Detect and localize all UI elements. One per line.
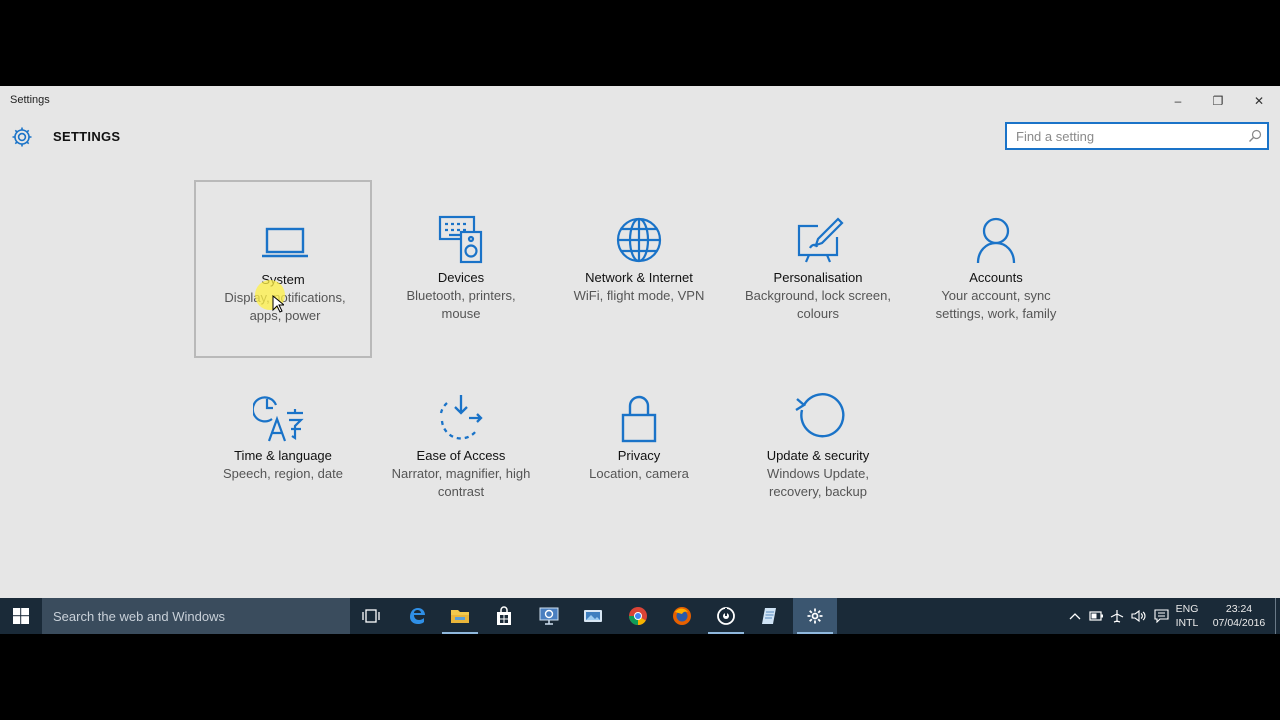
task-view-icon	[362, 609, 380, 623]
page-title: SETTINGS	[53, 129, 121, 144]
tile-ease-of-access[interactable]: Ease of Access Narrator, magnifier, high…	[372, 358, 550, 536]
tile-network-internet[interactable]: Network & Internet WiFi, flight mode, VP…	[550, 180, 728, 358]
taskbar: Search the web and Windows ENG INTL 23:2…	[0, 598, 1280, 634]
folder-icon	[451, 610, 469, 623]
search-input[interactable]	[1007, 124, 1243, 148]
time-language-icon	[253, 396, 304, 442]
settings-taskbar-button[interactable]	[793, 598, 837, 634]
tile-privacy[interactable]: Privacy Location, camera	[550, 358, 728, 536]
chevron-up-icon	[1069, 613, 1081, 620]
tile-personalisation[interactable]: Personalisation Background, lock screen,…	[729, 180, 907, 358]
tile-description: Location, camera	[589, 466, 689, 481]
show-desktop-button[interactable]	[1275, 598, 1280, 634]
windows-logo-icon	[13, 608, 29, 624]
tile-accounts[interactable]: Accounts Your account, sync settings, wo…	[907, 180, 1085, 358]
store-bag-icon	[497, 606, 511, 625]
edge-icon	[410, 608, 425, 624]
clock[interactable]: 23:24 07/04/2016	[1206, 602, 1272, 630]
tile-description: Background, lock screen, colours	[745, 288, 891, 321]
tile-name: Accounts	[969, 270, 1023, 285]
battery-icon	[1088, 611, 1103, 621]
tile-description: Narrator, magnifier, high contrast	[391, 466, 531, 499]
remote-desktop-taskbar-button[interactable]	[527, 598, 571, 634]
photos-taskbar-button[interactable]	[571, 598, 615, 634]
edge-taskbar-button[interactable]	[395, 598, 439, 634]
tile-name: Privacy	[617, 448, 661, 463]
tile-devices[interactable]: Devices Bluetooth, printers, mouse	[372, 180, 550, 358]
search-icon[interactable]	[1248, 129, 1262, 143]
chrome-taskbar-button[interactable]	[616, 598, 660, 634]
tile-update-security[interactable]: Update & security Windows Update, recove…	[729, 358, 907, 536]
window-title: Settings	[10, 94, 50, 106]
settings-window: Settings – ❐ ✕ SETTINGS System	[0, 86, 1280, 598]
tile-name: Update & security	[766, 448, 870, 463]
globe-icon	[616, 217, 662, 263]
title-bar[interactable]: Settings – ❐ ✕	[0, 86, 1280, 116]
tile-name: Network & Internet	[585, 270, 693, 285]
photo-viewer-icon	[584, 610, 602, 622]
tile-description: Windows Update, recovery, backup	[767, 466, 869, 499]
ease-of-access-icon	[439, 395, 483, 440]
remote-desktop-icon	[539, 607, 559, 625]
keyboard-layout: INTL	[1175, 617, 1199, 629]
tile-name: Ease of Access	[416, 448, 506, 463]
maximize-button[interactable]: ❐	[1198, 86, 1238, 116]
tile-description: Speech, region, date	[223, 466, 343, 481]
start-button[interactable]	[0, 598, 42, 634]
tile-time-language[interactable]: Time & language Speech, region, date	[194, 358, 372, 536]
taskbar-search-box[interactable]: Search the web and Windows	[42, 598, 350, 634]
tile-system[interactable]: System Display, notifications, apps, pow…	[194, 180, 372, 358]
airplane-mode-tray-button[interactable]	[1108, 598, 1126, 634]
tile-name: Devices	[437, 270, 485, 285]
tile-name: Personalisation	[773, 270, 863, 285]
clock-time: 23:24	[1225, 603, 1253, 615]
action-center-button[interactable]	[1151, 598, 1171, 634]
lock-icon	[621, 395, 657, 443]
chrome-icon	[629, 607, 647, 625]
store-taskbar-button[interactable]	[482, 598, 526, 634]
laptop-icon	[262, 227, 308, 258]
language-code: ENG	[1175, 603, 1199, 615]
file-explorer-taskbar-button[interactable]	[438, 598, 482, 634]
groove-music-icon	[717, 607, 735, 625]
show-hidden-icons-button[interactable]	[1066, 598, 1084, 634]
find-setting-search[interactable]	[1005, 122, 1269, 150]
notepad-taskbar-button[interactable]	[748, 598, 792, 634]
airplane-icon	[1110, 610, 1124, 623]
gear-icon	[12, 127, 32, 147]
speaker-icon	[1131, 609, 1146, 623]
battery-tray-button[interactable]	[1087, 598, 1105, 634]
tile-description: Bluetooth, printers, mouse	[406, 288, 516, 321]
tile-description: WiFi, flight mode, VPN	[573, 288, 705, 303]
task-view-button[interactable]	[349, 598, 393, 634]
groove-music-taskbar-button[interactable]	[704, 598, 748, 634]
notification-icon	[1153, 609, 1169, 623]
tile-description: Display, notifications, apps, power	[224, 290, 346, 323]
clock-date: 07/04/2016	[1212, 617, 1266, 629]
tile-name: System	[261, 272, 305, 287]
tile-name: Time & language	[234, 448, 332, 463]
person-icon	[976, 217, 1016, 264]
volume-tray-button[interactable]	[1129, 598, 1149, 634]
notepad-icon	[762, 608, 776, 624]
input-language-indicator[interactable]: ENG INTL	[1172, 602, 1202, 630]
paint-icon	[797, 217, 844, 263]
close-button[interactable]: ✕	[1239, 86, 1279, 116]
devices-icon	[438, 215, 483, 264]
refresh-icon	[795, 393, 845, 438]
tile-description: Your account, sync settings, work, famil…	[935, 288, 1057, 321]
minimize-button[interactable]: –	[1158, 86, 1198, 116]
mouse-pointer-icon	[272, 295, 284, 313]
taskbar-search-placeholder: Search the web and Windows	[53, 609, 225, 624]
firefox-icon	[673, 607, 691, 625]
settings-gear-icon	[807, 608, 823, 624]
firefox-taskbar-button[interactable]	[660, 598, 704, 634]
